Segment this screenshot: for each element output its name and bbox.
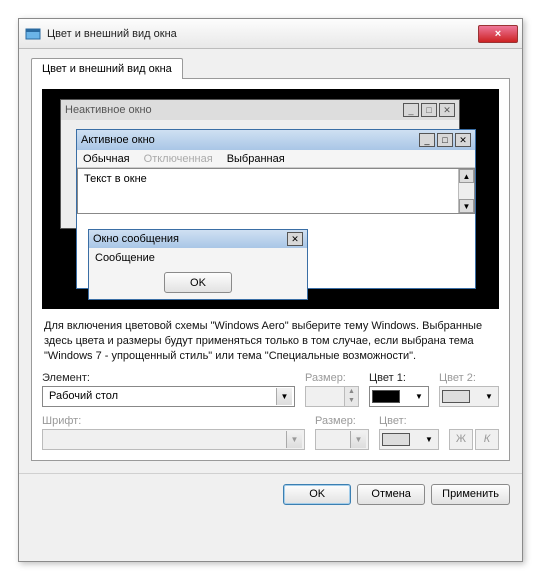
menu-normal: Обычная bbox=[83, 153, 130, 165]
chevron-down-icon: ▼ bbox=[286, 431, 302, 448]
scroll-down-icon: ▼ bbox=[459, 199, 474, 213]
color2-swatch bbox=[442, 390, 470, 403]
preview-message-box: Окно сообщения ✕ Сообщение OK bbox=[88, 229, 308, 300]
label-color2: Цвет 2: bbox=[439, 372, 499, 384]
minimize-icon: _ bbox=[419, 133, 435, 147]
label-font: Шрифт: bbox=[42, 415, 305, 427]
bold-button: Ж bbox=[449, 429, 473, 450]
menu-selected: Выбранная bbox=[227, 153, 285, 165]
label-size: Размер: bbox=[305, 372, 359, 384]
preview-area: Неактивное окно _ □ ✕ Активное окно _ bbox=[42, 89, 499, 309]
scrollbar: ▲ ▼ bbox=[458, 169, 474, 213]
element-value: Рабочий стол bbox=[49, 390, 118, 402]
appearance-icon bbox=[25, 26, 41, 42]
color1-swatch bbox=[372, 390, 400, 403]
font-color-swatch bbox=[382, 433, 410, 446]
italic-button: К bbox=[475, 429, 499, 450]
msgbox-title: Окно сообщения bbox=[93, 233, 179, 245]
close-icon: ✕ bbox=[287, 232, 303, 246]
close-icon: ✕ bbox=[439, 103, 455, 117]
spin-down-icon: ▼ bbox=[345, 396, 358, 406]
apply-button[interactable]: Применить bbox=[431, 484, 510, 505]
tab-strip: Цвет и внешний вид окна bbox=[31, 57, 510, 78]
chevron-down-icon: ▼ bbox=[276, 388, 292, 405]
minimize-icon: _ bbox=[403, 103, 419, 117]
menu-disabled: Отключенная bbox=[144, 153, 213, 165]
dialog-body: Цвет и внешний вид окна Неактивное окно … bbox=[19, 49, 522, 473]
label-fcolor: Цвет: bbox=[379, 415, 439, 427]
tab-appearance[interactable]: Цвет и внешний вид окна bbox=[31, 58, 183, 79]
font-size-combo: ▼ bbox=[315, 429, 369, 450]
msgbox-ok-button: OK bbox=[164, 272, 232, 293]
maximize-icon: □ bbox=[421, 103, 437, 117]
maximize-icon: □ bbox=[437, 133, 453, 147]
label-color1: Цвет 1: bbox=[369, 372, 429, 384]
chevron-down-icon: ▼ bbox=[482, 392, 496, 401]
preview-textarea: Текст в окне ▲ ▼ bbox=[77, 168, 475, 214]
spin-up-icon: ▲ bbox=[345, 387, 358, 397]
tab-panel: Неактивное окно _ □ ✕ Активное окно _ bbox=[31, 78, 510, 461]
description-text: Для включения цветовой схемы "Windows Ae… bbox=[44, 319, 497, 364]
preview-menubar: Обычная Отключенная Выбранная bbox=[77, 150, 475, 168]
label-element: Элемент: bbox=[42, 372, 295, 384]
cancel-button[interactable]: Отмена bbox=[357, 484, 425, 505]
chevron-down-icon: ▼ bbox=[412, 392, 426, 401]
msgbox-text: Сообщение bbox=[89, 248, 307, 268]
chevron-down-icon: ▼ bbox=[422, 435, 436, 444]
chevron-down-icon: ▼ bbox=[350, 431, 366, 448]
ok-button[interactable]: OK bbox=[283, 484, 351, 505]
window-title: Цвет и внешний вид окна bbox=[47, 28, 478, 40]
dialog-footer: OK Отмена Применить bbox=[19, 473, 522, 515]
size-spinner: ▲▼ bbox=[305, 386, 359, 407]
scroll-up-icon: ▲ bbox=[459, 169, 474, 183]
color1-picker[interactable]: ▼ bbox=[369, 386, 429, 407]
close-button[interactable]: × bbox=[478, 25, 518, 43]
inactive-window-title: Неактивное окно bbox=[65, 104, 152, 116]
titlebar[interactable]: Цвет и внешний вид окна × bbox=[19, 19, 522, 49]
row-element: Элемент: Рабочий стол ▼ Размер: ▲▼ Цвет … bbox=[42, 372, 499, 407]
close-icon: ✕ bbox=[455, 133, 471, 147]
textarea-content: Текст в окне bbox=[84, 173, 147, 185]
element-combo[interactable]: Рабочий стол ▼ bbox=[42, 386, 295, 407]
font-color-picker: ▼ bbox=[379, 429, 439, 450]
font-combo: ▼ bbox=[42, 429, 305, 450]
color2-picker: ▼ bbox=[439, 386, 499, 407]
active-window-title: Активное окно bbox=[81, 134, 155, 146]
label-fsize: Размер: bbox=[315, 415, 369, 427]
dialog-window: Цвет и внешний вид окна × Цвет и внешний… bbox=[18, 18, 523, 562]
row-font: Шрифт: ▼ Размер: ▼ Цвет: ▼ bbox=[42, 415, 499, 450]
